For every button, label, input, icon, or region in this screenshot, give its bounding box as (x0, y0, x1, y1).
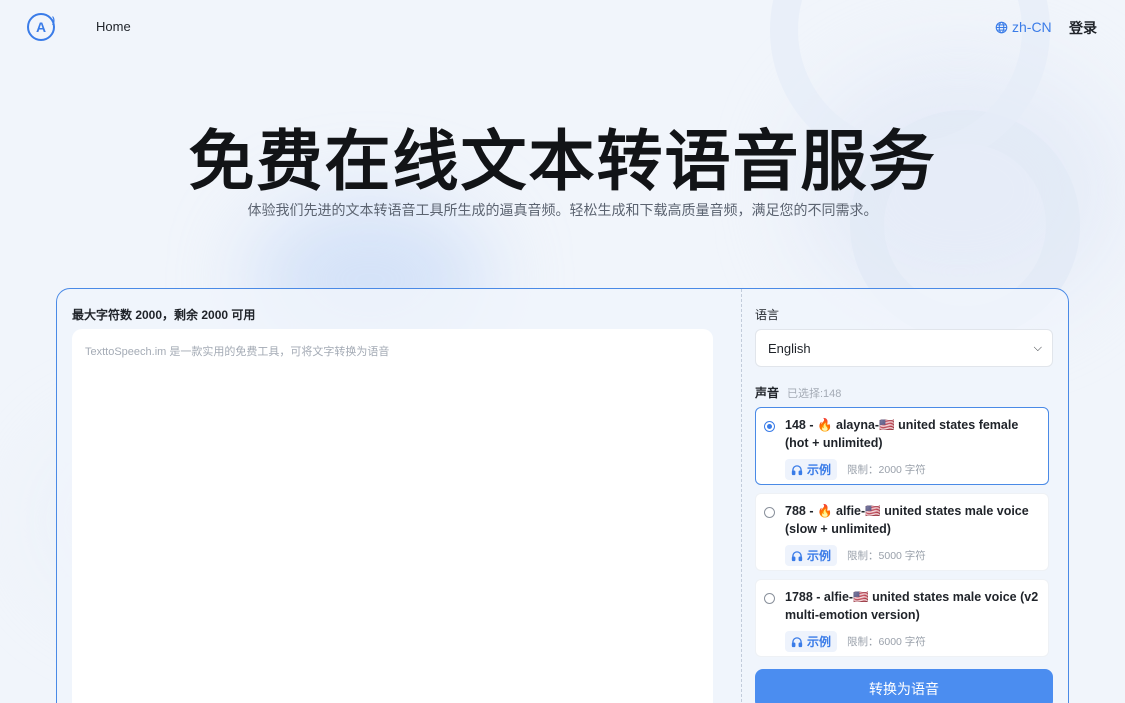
voice-option[interactable]: 1788 - alfie-🇺🇸 united states male voice… (755, 579, 1049, 657)
voice-option[interactable]: 788 - 🔥 alfie-🇺🇸 united states male voic… (755, 493, 1049, 571)
sound-wave-icon: ) (52, 15, 55, 25)
login-button[interactable]: 登录 (1069, 18, 1097, 38)
headphones-icon (791, 636, 803, 647)
chevron-down-icon: ⌵ (1033, 341, 1042, 354)
language-switcher[interactable]: zh-CN (995, 19, 1052, 35)
page-subtitle: 体验我们先进的文本转语音工具所生成的逼真音频。轻松生成和下载高质量音频，满足您的… (247, 202, 878, 218)
voice-label: 声音 (755, 386, 780, 400)
sample-label: 示例 (807, 463, 832, 477)
voice-radio[interactable] (764, 421, 775, 432)
voice-limit: 限制：2000 字符 (847, 464, 926, 476)
convert-to-speech-button[interactable]: 转换为语音 (755, 669, 1053, 703)
voice-option-name: 148 - 🔥 alayna-🇺🇸 united states female (… (785, 418, 1019, 450)
voice-option-name: 1788 - alfie-🇺🇸 united states male voice… (785, 590, 1039, 622)
sample-label: 示例 (807, 549, 832, 563)
language-code: zh-CN (1012, 19, 1052, 35)
voice-option-actions: 示例 限制：6000 字符 (785, 631, 926, 652)
logo-letter: A (35, 19, 47, 35)
char-count-label: 最大字符数 2000，剩余 2000 可用 (72, 308, 256, 322)
panel-divider (741, 289, 742, 703)
voice-option-name: 788 - 🔥 alfie-🇺🇸 united states male voic… (785, 504, 1029, 536)
tts-panel: 最大字符数 2000，剩余 2000 可用 语言 English ⌵ 声音 已选… (56, 288, 1069, 703)
language-select[interactable]: English ⌵ (755, 329, 1053, 367)
headphones-icon (791, 464, 803, 475)
sample-button[interactable]: 示例 (785, 459, 838, 480)
page-title: 免费在线文本转语音服务 (188, 124, 937, 198)
text-input[interactable] (72, 329, 713, 703)
language-label: 语言 (755, 308, 780, 322)
logo-icon[interactable]: A ) (27, 13, 55, 41)
voice-radio[interactable] (764, 593, 775, 604)
voice-radio[interactable] (764, 507, 775, 518)
sample-button[interactable]: 示例 (785, 631, 838, 652)
voice-option-actions: 示例 限制：2000 字符 (785, 459, 926, 480)
voice-option[interactable]: 148 - 🔥 alayna-🇺🇸 united states female (… (755, 407, 1049, 485)
sample-button[interactable]: 示例 (785, 545, 838, 566)
voice-selected-count: 已选择:148 (787, 388, 842, 400)
language-select-value: English (768, 340, 811, 356)
sample-label: 示例 (807, 635, 832, 649)
voice-limit: 限制：5000 字符 (847, 550, 926, 562)
headphones-icon (791, 550, 803, 561)
voice-limit: 限制：6000 字符 (847, 636, 926, 648)
globe-icon (995, 21, 1008, 33)
header: A ) Home zh-CN 登录 (0, 0, 1125, 56)
nav-home-link[interactable]: Home (96, 19, 131, 34)
voice-option-actions: 示例 限制：5000 字符 (785, 545, 926, 566)
